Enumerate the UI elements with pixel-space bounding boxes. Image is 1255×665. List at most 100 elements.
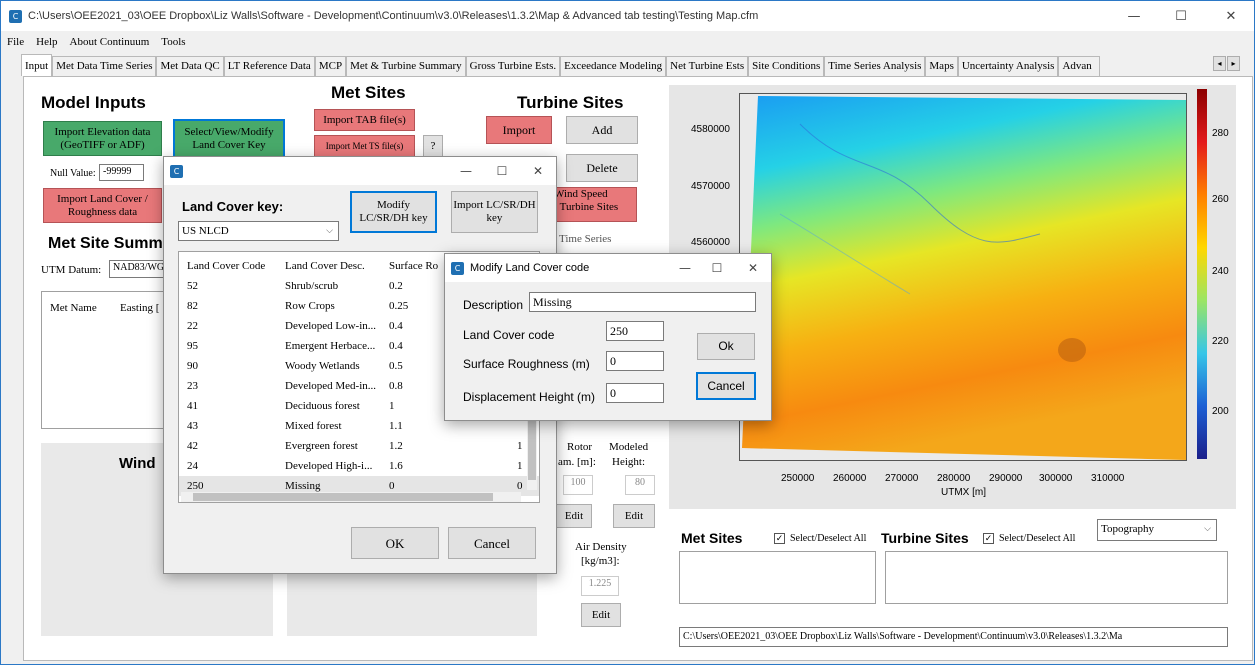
tab-met-data-qc[interactable]: Met Data QC [156, 56, 224, 76]
turbine-sites-list[interactable] [885, 551, 1228, 604]
description-input[interactable]: Missing [529, 292, 756, 312]
wind-speed-line1: Wind Speed [554, 188, 608, 200]
elevation-raster [742, 96, 1186, 460]
tab-advanced[interactable]: Advan [1058, 56, 1101, 76]
map-type-select[interactable]: Topography ⌵ [1097, 519, 1217, 541]
cell: 22 [187, 320, 198, 332]
horizontal-scrollbar[interactable] [181, 492, 521, 502]
ok-button[interactable]: OK [351, 527, 439, 559]
edit-rotor-button[interactable]: Edit [556, 504, 592, 528]
colorbar-tick: 200 [1212, 406, 1229, 417]
y-tick: 4580000 [691, 124, 730, 135]
tab-met-turbine-summary[interactable]: Met & Turbine Summary [346, 56, 466, 76]
cell: 82 [187, 300, 198, 312]
land-cover-code-input[interactable]: 250 [606, 321, 664, 341]
cell: Missing [285, 480, 321, 492]
surface-roughness-input[interactable]: 0 [606, 351, 664, 371]
turbine-sites-title: Turbine Sites [517, 93, 624, 112]
tab-time-series-analysis[interactable]: Time Series Analysis [824, 56, 926, 76]
modify-cancel-button[interactable]: Cancel [696, 372, 756, 400]
air-density-input[interactable]: 1.225 [581, 576, 619, 596]
tab-net-turbine-ests[interactable]: Net Turbine Ests [666, 56, 749, 76]
import-turbine-button[interactable]: Import [486, 116, 552, 144]
import-tab-files-button[interactable]: Import TAB file(s) [314, 109, 415, 131]
cell: Developed High-i... [285, 460, 373, 472]
edit-air-density-button[interactable]: Edit [581, 603, 621, 627]
cancel-button[interactable]: Cancel [448, 527, 536, 559]
add-turbine-button[interactable]: Add [566, 116, 638, 144]
hub-height-input[interactable]: 80 [625, 475, 655, 495]
dialog-minimize-button[interactable]: — [450, 157, 482, 185]
scrollbar-thumb[interactable] [193, 493, 493, 501]
tab-input[interactable]: Input [21, 54, 53, 76]
table-row[interactable]: 24 Developed High-i... 1.6 1 [179, 456, 539, 476]
utm-datum-select[interactable]: NAD83/WGS [109, 260, 164, 278]
utm-datum-label: UTM Datum: [41, 264, 102, 276]
time-series-label: Time Series [559, 233, 612, 245]
secondary-panel [287, 569, 537, 636]
topography-map [742, 96, 1186, 460]
minimize-button[interactable]: — [1114, 1, 1154, 31]
tab-scroll-left-button[interactable]: ◂ [1213, 56, 1226, 71]
menu-tools[interactable]: Tools [155, 36, 191, 48]
tab-met-data-time-series[interactable]: Met Data Time Series [52, 56, 157, 76]
modify-land-cover-dialog: C Modify Land Cover code — ☐ ✕ Descripti… [444, 253, 772, 421]
modify-maximize-button[interactable]: ☐ [701, 254, 733, 282]
tab-maps[interactable]: Maps [925, 56, 958, 76]
dialog-maximize-button[interactable]: ☐ [486, 157, 518, 185]
import-elevation-button[interactable]: Import Elevation data (GeoTIFF or ADF) [43, 121, 162, 156]
chevron-down-icon: ⌵ [1204, 523, 1211, 533]
tab-scroll-right-button[interactable]: ▸ [1227, 56, 1240, 71]
cell: 0.8 [389, 380, 403, 392]
select-all-met-label: Select/Deselect All [790, 533, 867, 544]
null-value-input[interactable]: -99999 [99, 164, 144, 181]
tab-site-conditions[interactable]: Site Conditions [748, 56, 825, 76]
dialog-app-icon: C [451, 261, 464, 275]
import-key-button[interactable]: Import LC/SR/DH key [451, 191, 538, 233]
cell: Evergreen forest [285, 440, 358, 452]
menu-help[interactable]: Help [30, 36, 63, 48]
cell: 0.4 [389, 340, 403, 352]
modify-key-button[interactable]: Modify LC/SR/DH key [350, 191, 437, 233]
rotor-label-2: am. [m]: [558, 456, 596, 468]
select-all-turbine-checkbox[interactable]: ✓ [983, 533, 994, 544]
modify-minimize-button[interactable]: — [669, 254, 701, 282]
met-sites-list[interactable] [679, 551, 876, 604]
edit-height-button[interactable]: Edit [613, 504, 655, 528]
x-tick: 250000 [781, 473, 815, 484]
land-cover-key-select[interactable]: US NLCD ⌵ [178, 221, 339, 241]
dialog-close-button[interactable]: ✕ [522, 157, 554, 185]
tab-exceedance-modeling[interactable]: Exceedance Modeling [560, 56, 667, 76]
help-button[interactable]: ? [423, 135, 443, 157]
modify-close-button[interactable]: ✕ [737, 254, 769, 282]
cell: 1 [389, 400, 395, 412]
tab-mcp[interactable]: MCP [314, 56, 347, 76]
modify-ok-button[interactable]: Ok [697, 333, 755, 360]
delete-turbine-button[interactable]: Delete [566, 154, 638, 182]
import-land-cover-button[interactable]: Import Land Cover / Roughness data [43, 188, 162, 223]
met-site-summary-list[interactable]: Met Name Easting [ [41, 291, 166, 429]
tab-lt-reference-data[interactable]: LT Reference Data [223, 56, 315, 76]
cell: 0.25 [389, 300, 409, 312]
tab-uncertainty-analysis[interactable]: Uncertainty Analysis [957, 56, 1059, 76]
rotor-diameter-input[interactable]: 100 [563, 475, 593, 495]
wind-speed-turbine-sites-button[interactable]: Wind Speed t Turbine Sites [551, 187, 637, 222]
file-path-field[interactable]: C:\Users\OEE2021_03\OEE Dropbox\Liz Wall… [679, 627, 1228, 647]
cell: Mixed forest [285, 420, 342, 432]
x-tick: 260000 [833, 473, 867, 484]
menu-about[interactable]: About Continuum [64, 36, 156, 48]
cell: 1 [517, 440, 523, 452]
select-view-modify-land-cover-button[interactable]: Select/View/Modify Land Cover Key [173, 119, 285, 158]
select-all-met-checkbox[interactable]: ✓ [774, 533, 785, 544]
close-button[interactable]: ✕ [1211, 1, 1251, 31]
menu-file[interactable]: File [1, 36, 30, 48]
terrain-feature [1058, 338, 1086, 362]
tab-gross-turbine-ests[interactable]: Gross Turbine Ests. [465, 56, 561, 76]
import-met-ts-button[interactable]: Import Met TS file(s) [314, 135, 415, 157]
maximize-button[interactable]: ☐ [1161, 1, 1201, 31]
displacement-height-input[interactable]: 0 [606, 383, 664, 403]
main-window: C C:\Users\OEE2021_03\OEE Dropbox\Liz Wa… [0, 0, 1255, 665]
table-row[interactable]: 42 Evergreen forest 1.2 1 [179, 436, 539, 456]
colorbar-tick: 260 [1212, 194, 1229, 205]
cell: 1.1 [389, 420, 403, 432]
